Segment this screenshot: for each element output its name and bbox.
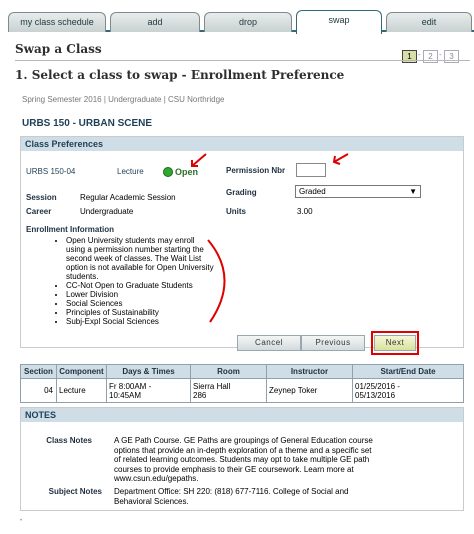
enrollment-information-label: Enrollment Information (26, 225, 114, 234)
tab-swap[interactable]: swap (296, 10, 382, 34)
days-times-line: Fr 8:00AM - (109, 381, 152, 391)
step-1-indicator: 1 (402, 50, 417, 63)
open-annotation-arrow (191, 153, 207, 167)
dates-line: 01/25/2016 - (355, 381, 400, 391)
next-button-highlight (371, 331, 419, 355)
step-3-indicator: 3 (444, 50, 459, 63)
class-title: URBS 150 - URBAN SCENE (22, 118, 153, 129)
table-row: 04 Lecture Fr 8:00AM -10:45AM Sierra Hal… (20, 378, 464, 403)
open-status-icon (163, 167, 173, 177)
dropdown-arrow-icon[interactable]: ▼ (409, 186, 417, 197)
title-divider (15, 60, 470, 61)
step-2-indicator: 2 (423, 50, 438, 63)
table-header-row: Section Component Days & Times Room Inst… (20, 364, 464, 379)
notes-header: NOTES (21, 408, 463, 422)
room-line: 286 (193, 390, 207, 400)
column-header: Component (56, 364, 107, 379)
section-details-table: Section Component Days & Times Room Inst… (20, 364, 464, 403)
page-end-marker: • (20, 518, 23, 524)
class-notes-line: courses to provide emphasis to their GE … (114, 464, 354, 474)
class-notes-line: of related learning outcomes. Students m… (114, 455, 370, 464)
tab-add[interactable]: add (110, 12, 200, 32)
subject-notes-line: Behavioral Sciences. (114, 496, 189, 506)
subject-notes-label: Subject Notes (48, 487, 102, 496)
class-notes-line: options that provide an in-depth explora… (114, 445, 372, 455)
column-header: Room (190, 364, 267, 379)
permission-annotation-arrow (333, 153, 349, 163)
subject-notes-text: Department Office: SH 220: (818) 677-711… (114, 487, 444, 506)
subject-notes-line: Department Office: SH 220: (818) 677-711… (114, 487, 349, 496)
career-value: Undergraduate (80, 207, 134, 216)
dates-cell: 01/25/2016 -05/13/2016 (352, 378, 464, 403)
room-line: Sierra Hall (193, 381, 231, 391)
annotation-marks (191, 153, 349, 323)
column-header: Start/End Date (352, 364, 464, 379)
tab-bar: my class schedule add drop swap edit (8, 10, 474, 34)
column-header: Instructor (266, 364, 353, 379)
session-label: Session (26, 193, 57, 202)
class-notes-text: A GE Path Course. GE Paths are groupings… (114, 436, 444, 484)
class-notes-line: www.csun.edu/gepaths. (114, 474, 199, 483)
section-heading: 1. Select a class to swap - Enrollment P… (15, 68, 345, 82)
enrollment-info-bracket (207, 239, 226, 323)
term-breadcrumb: Spring Semester 2016 | Undergraduate | C… (22, 95, 225, 104)
cancel-button[interactable]: Cancel (237, 335, 301, 351)
page-title: Swap a Class (15, 42, 102, 56)
section-code: URBS 150-04 (26, 167, 76, 176)
section-cell: 04 (20, 378, 57, 403)
component-label: Lecture (117, 167, 144, 176)
class-notes-label: Class Notes (46, 436, 92, 445)
tab-my-class-schedule[interactable]: my class schedule (8, 12, 106, 32)
column-header: Section (20, 364, 57, 379)
career-label: Career (26, 207, 52, 216)
component-cell: Lecture (56, 378, 107, 403)
days-times-line: 10:45AM (109, 390, 142, 400)
class-notes-line: A GE Path Course. GE Paths are groupings… (114, 436, 373, 445)
room-cell: Sierra Hall 286 (190, 378, 267, 403)
instructor-cell: Zeynep Toker (266, 378, 353, 403)
tab-drop[interactable]: drop (204, 12, 292, 32)
dates-line: 05/13/2016 (355, 390, 396, 400)
tab-edit[interactable]: edit (386, 12, 472, 32)
previous-button[interactable]: Previous (301, 335, 365, 351)
step-separator: - (418, 50, 421, 59)
column-header: Days & Times (106, 364, 191, 379)
step-separator: - (439, 50, 442, 59)
days-times-cell: Fr 8:00AM -10:45AM (106, 378, 191, 403)
session-value: Regular Academic Session (80, 193, 176, 202)
